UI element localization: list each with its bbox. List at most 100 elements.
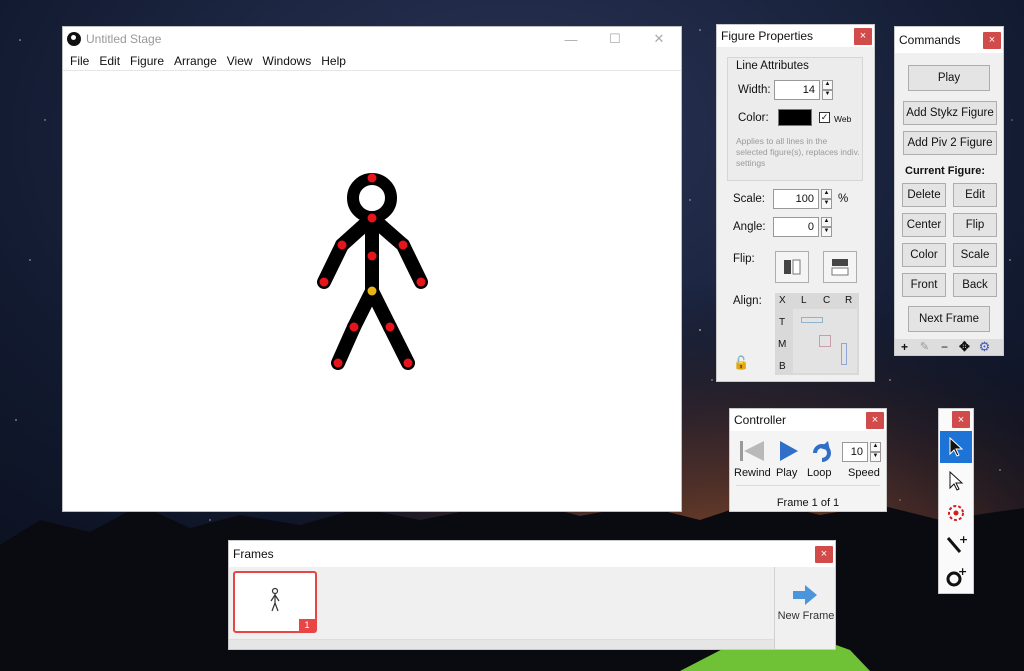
chevron-down-icon[interactable]: ▼ (821, 199, 832, 209)
color-swatch[interactable] (778, 109, 812, 126)
rewind-label: Rewind (734, 467, 771, 479)
speed-value[interactable]: 10 (842, 442, 868, 462)
pencil-icon[interactable]: ✎ (915, 339, 934, 355)
align-left[interactable]: L (801, 295, 807, 306)
joint-handle-origin[interactable] (367, 286, 377, 296)
joint-handle-right-hand[interactable] (416, 277, 426, 287)
scale-stepper[interactable]: 100 ▲ ▼ (773, 189, 832, 209)
stage-canvas[interactable] (63, 71, 681, 511)
width-value[interactable]: 14 (774, 80, 820, 100)
menu-arrange[interactable]: Arrange (169, 51, 222, 71)
direct-select-tool[interactable] (940, 465, 972, 497)
add-icon[interactable]: + (895, 339, 914, 355)
toolbox-titlebar[interactable]: × (939, 409, 973, 431)
joint-handle-neck[interactable] (367, 213, 377, 223)
chevron-up-icon[interactable]: ▲ (821, 217, 832, 227)
rewind-button[interactable]: Rewind (734, 439, 771, 485)
flip-button[interactable]: Flip (953, 213, 997, 237)
maximize-button[interactable]: ☐ (593, 27, 637, 51)
arrow-right-icon (793, 585, 817, 605)
scale-button[interactable]: Scale (953, 243, 997, 267)
chevron-up-icon[interactable]: ▲ (870, 442, 881, 452)
figure-properties-close-button[interactable]: × (854, 27, 872, 45)
loop-button[interactable]: Loop (807, 439, 837, 485)
color-button[interactable]: Color (902, 243, 946, 267)
controller-close-button[interactable]: × (866, 411, 884, 429)
angle-value[interactable]: 0 (773, 217, 819, 237)
menu-file[interactable]: File (65, 51, 94, 71)
chevron-down-icon[interactable]: ▼ (822, 90, 833, 100)
stage-titlebar[interactable]: Untitled Stage — ☐ ✕ (63, 27, 681, 51)
joint-handle-chest[interactable] (367, 251, 377, 261)
menu-view[interactable]: View (222, 51, 258, 71)
add-circle-tool[interactable]: + (940, 561, 972, 593)
speed-label: Speed (848, 467, 880, 479)
align-right[interactable]: R (845, 295, 852, 306)
minimize-button[interactable]: — (549, 27, 593, 51)
add-piv2-figure-button[interactable]: Add Piv 2 Figure (903, 131, 997, 155)
frames-titlebar[interactable]: Frames × (229, 541, 835, 567)
figure-properties-titlebar[interactable]: Figure Properties × (717, 25, 874, 47)
flip-horizontal-button[interactable] (775, 251, 809, 283)
joint-handle-left-hand[interactable] (319, 277, 329, 287)
speed-stepper[interactable]: 10 ▲ ▼ (842, 442, 881, 462)
frames-scrollbar[interactable] (229, 639, 774, 649)
front-button[interactable]: Front (902, 273, 946, 297)
align-middle[interactable]: M (778, 339, 786, 350)
joint-handle-left-elbow[interactable] (337, 240, 347, 250)
joint-handle-head[interactable] (367, 173, 377, 183)
next-frame-button[interactable]: Next Frame (908, 306, 990, 332)
align-center[interactable]: C (823, 295, 830, 306)
joint-handle-left-knee[interactable] (349, 322, 359, 332)
toolbox-close-button[interactable]: × (952, 411, 970, 428)
lock-icon[interactable]: 🔓 (733, 355, 749, 371)
center-button[interactable]: Center (902, 213, 946, 237)
play-button[interactable]: Play (908, 65, 990, 91)
align-bottom[interactable]: B (779, 361, 786, 372)
close-button[interactable]: ✕ (637, 27, 681, 51)
frames-close-button[interactable]: × (815, 545, 833, 563)
minus-icon[interactable]: − (935, 339, 954, 355)
chevron-up-icon[interactable]: ▲ (821, 189, 832, 199)
joint-handle-right-knee[interactable] (385, 322, 395, 332)
align-grid: X L C R T M B (775, 293, 859, 375)
figure-properties-title: Figure Properties (721, 29, 814, 43)
gear-icon[interactable]: ⚙ (975, 339, 994, 355)
play-icon (780, 441, 798, 461)
joint-handle-right-foot[interactable] (403, 358, 413, 368)
new-frame-button[interactable]: New Frame (774, 567, 836, 649)
menu-edit[interactable]: Edit (94, 51, 125, 71)
scale-value[interactable]: 100 (773, 189, 819, 209)
delete-button[interactable]: Delete (902, 183, 946, 207)
angle-stepper[interactable]: 0 ▲ ▼ (773, 217, 832, 237)
align-top[interactable]: T (779, 317, 785, 328)
menu-windows[interactable]: Windows (258, 51, 317, 71)
back-button[interactable]: Back (953, 273, 997, 297)
controller-titlebar[interactable]: Controller × (730, 409, 886, 431)
menu-help[interactable]: Help (316, 51, 351, 71)
chevron-down-icon[interactable]: ▼ (870, 452, 881, 462)
controller-play-button[interactable]: Play (774, 439, 802, 485)
width-stepper[interactable]: 14 ▲ ▼ (774, 80, 833, 100)
add-line-tool[interactable]: + (940, 529, 972, 561)
align-preview[interactable] (793, 309, 857, 373)
loop-icon (813, 441, 831, 462)
stick-figure[interactable] (63, 71, 681, 511)
joint-handle-left-foot[interactable] (333, 358, 343, 368)
flip-vertical-button[interactable] (823, 251, 857, 283)
frame-thumbnail[interactable]: 1 (233, 571, 317, 633)
joint-handle-right-elbow[interactable] (398, 240, 408, 250)
select-tool[interactable] (940, 431, 972, 463)
align-col-x[interactable]: X (779, 295, 786, 306)
web-checkbox[interactable]: ✓ (819, 112, 830, 123)
toolbox-panel: × + + (938, 408, 974, 594)
commands-close-button[interactable]: × (983, 31, 1001, 49)
move-icon[interactable]: ✥ (955, 339, 974, 355)
rotate-tool[interactable] (940, 497, 972, 529)
commands-titlebar[interactable]: Commands × (895, 27, 1003, 53)
chevron-up-icon[interactable]: ▲ (822, 80, 833, 90)
menu-figure[interactable]: Figure (125, 51, 169, 71)
edit-button[interactable]: Edit (953, 183, 997, 207)
add-stykz-figure-button[interactable]: Add Stykz Figure (903, 101, 997, 125)
chevron-down-icon[interactable]: ▼ (821, 227, 832, 237)
